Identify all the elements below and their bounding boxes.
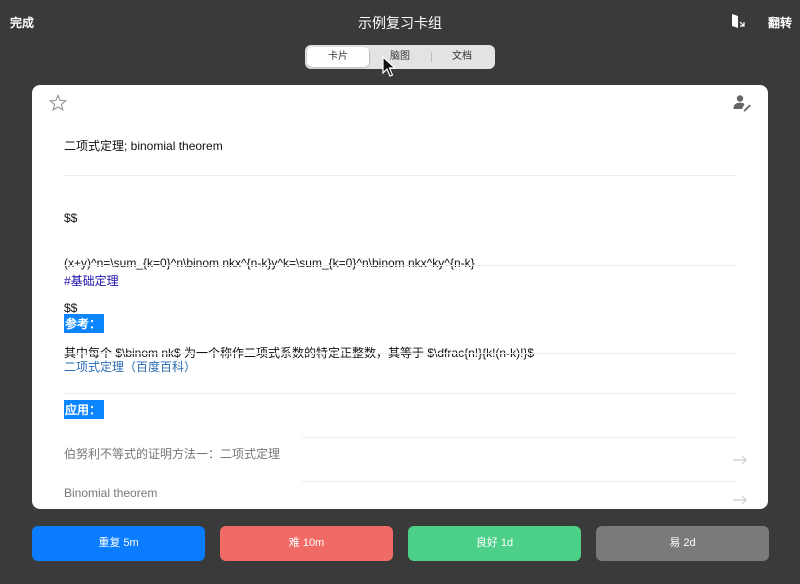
hard-button[interactable]: 难 10m bbox=[220, 526, 393, 561]
tag-link[interactable]: #基础定理 bbox=[64, 272, 119, 289]
star-icon[interactable] bbox=[49, 94, 67, 112]
flashcard: 二项式定理; binomial theorem $$ (x+y)^n=\sum_… bbox=[32, 85, 768, 509]
tab-document[interactable]: 文档 bbox=[431, 47, 493, 67]
formula-line: (x+y)^n=\sum_{k=0}^n\binom nkx^{n-k}y^k=… bbox=[64, 256, 475, 270]
top-bar: 完成 示例复习卡组 翻转 bbox=[0, 0, 800, 44]
divider bbox=[64, 393, 736, 394]
tab-mindmap[interactable]: 脑图 bbox=[369, 47, 431, 67]
reference-heading: 参考： bbox=[64, 314, 105, 333]
divider bbox=[64, 175, 736, 176]
reference-link[interactable]: 二项式定理（百度百科） bbox=[64, 358, 196, 375]
divider bbox=[64, 265, 736, 266]
easy-button[interactable]: 易 2d bbox=[596, 526, 769, 561]
arrow-right-icon[interactable] bbox=[732, 455, 748, 465]
view-switcher: 卡片 脑图 文档 bbox=[305, 45, 495, 69]
mouse-cursor-icon bbox=[382, 56, 396, 77]
tab-card[interactable]: 卡片 bbox=[307, 47, 369, 67]
arrow-right-icon[interactable] bbox=[732, 495, 748, 505]
user-edit-icon[interactable] bbox=[733, 94, 751, 112]
exit-door-icon[interactable] bbox=[730, 13, 746, 29]
divider bbox=[302, 481, 736, 482]
formula-line: $$ bbox=[64, 211, 78, 225]
good-button[interactable]: 良好 1d bbox=[408, 526, 581, 561]
application-heading: 应用： bbox=[64, 400, 105, 419]
card-front-text: 二项式定理; binomial theorem bbox=[64, 139, 223, 153]
divider bbox=[64, 353, 736, 354]
divider bbox=[302, 437, 736, 438]
deck-title: 示例复习卡组 bbox=[358, 15, 442, 31]
repeat-button[interactable]: 重复 5m bbox=[32, 526, 205, 561]
flip-button[interactable]: 翻转 bbox=[768, 14, 792, 31]
formula-line: $$ bbox=[64, 301, 78, 315]
related-item[interactable]: Binomial theorem bbox=[64, 486, 157, 500]
related-item[interactable]: 伯努利不等式的证明方法一：二项式定理 bbox=[64, 445, 280, 462]
